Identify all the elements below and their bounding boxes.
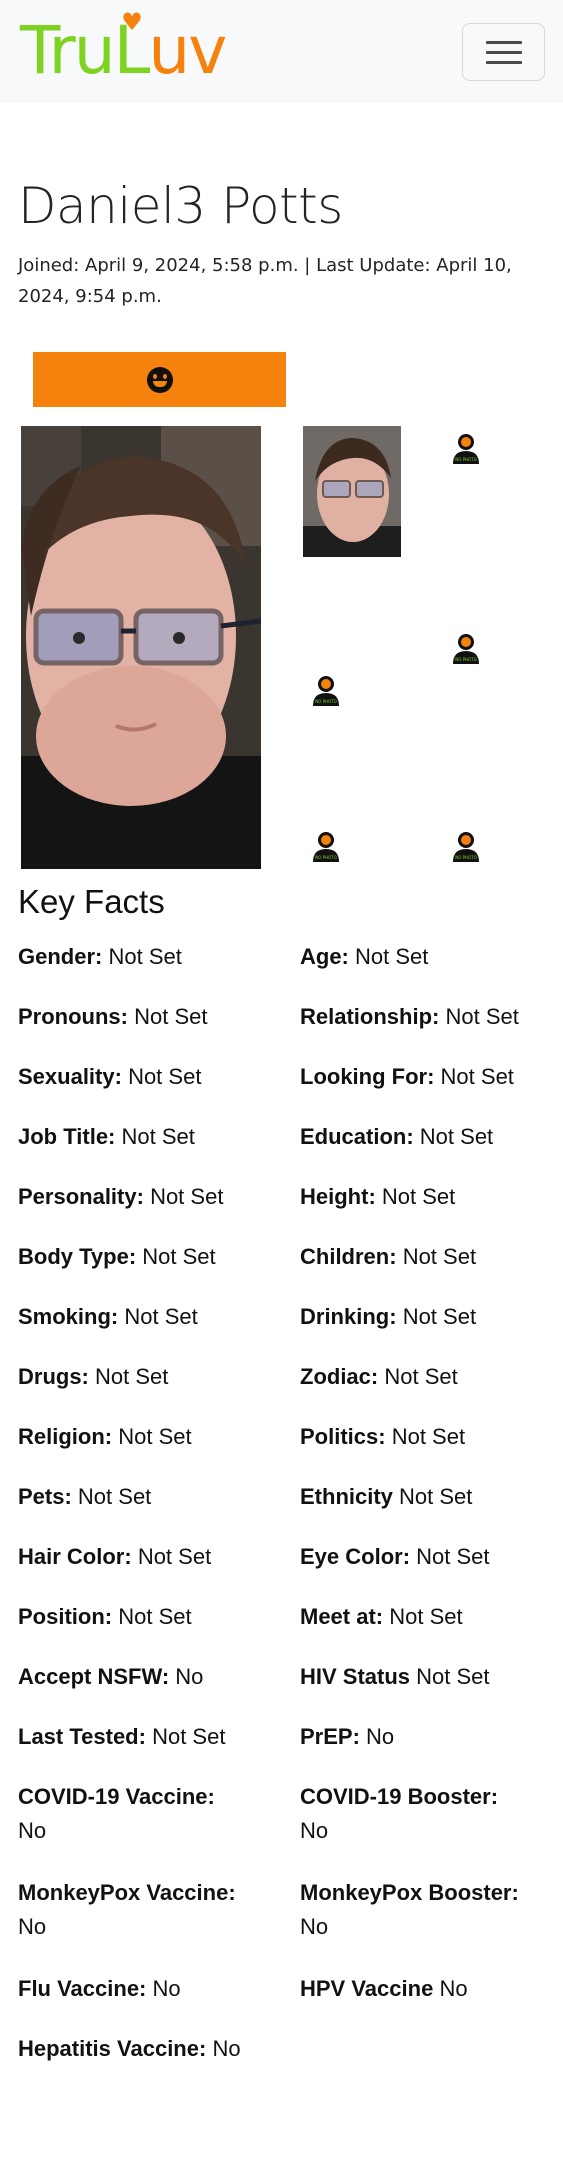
fact-smoking: Smoking: Not Set [18,1304,198,1329]
fact-hepatitis-vaccine: Hepatitis Vaccine: No [18,2036,241,2061]
fact-flu-vaccine: Flu Vaccine: No [18,1976,181,2001]
fact-personality: Personality: Not Set [18,1184,224,1209]
fact-religion: Religion: Not Set [18,1424,192,1449]
fact-ethnicity: Ethnicity Not Set [300,1484,473,1509]
no-photo-placeholder-icon[interactable]: NO PHOTO [451,432,481,464]
brand-text-part3: uv [148,12,227,89]
fact-job-title: Job Title: Not Set [18,1124,195,1149]
fact-accept-nsfw: Accept NSFW: No [18,1664,204,1689]
fact-monkeypox-booster: MonkeyPox Booster: No [300,1880,519,1939]
fact-eye-color: Eye Color: Not Set [300,1544,490,1569]
gallery-photo-image [303,426,401,557]
brand-text-part1: Tru [20,12,116,89]
no-photo-placeholder-icon[interactable]: NO PHOTO [311,674,341,706]
key-facts-heading: Key Facts [18,883,165,920]
navbar: Tru ♥ Luv [0,0,563,103]
fact-hiv-status: HIV Status Not Set [300,1664,490,1689]
fact-looking-for: Looking For: Not Set [300,1064,514,1089]
fact-monkeypox-vaccine: MonkeyPox Vaccine: No [18,1880,236,1939]
brand-logo[interactable]: Tru ♥ Luv [20,10,227,89]
profile-photo-image [21,426,261,869]
heart-icon: ♥ [121,8,142,36]
fact-pets: Pets: Not Set [18,1484,152,1509]
svg-text:NO PHOTO: NO PHOTO [455,457,477,462]
hamburger-icon [486,41,522,44]
fact-politics: Politics: Not Set [300,1424,466,1449]
fact-covid-vaccine: COVID-19 Vaccine: No [18,1784,215,1843]
joined-date-text: Joined: April 9, 2024, 5:58 p.m. | Last … [18,255,512,307]
gallery-photo-1[interactable] [303,426,401,557]
fact-sexuality: Sexuality: Not Set [18,1064,202,1089]
svg-text:NO PHOTO: NO PHOTO [315,699,337,704]
fact-hpv-vaccine: HPV Vaccine No [300,1976,468,2001]
fact-meet-at: Meet at: Not Set [300,1604,463,1629]
like-button[interactable] [33,352,286,407]
fact-education: Education: Not Set [300,1124,494,1149]
no-photo-placeholder-icon[interactable]: NO PHOTO [451,830,481,862]
fact-prep: PrEP: No [300,1724,395,1749]
fact-hair-color: Hair Color: Not Set [18,1544,212,1569]
fact-drinking: Drinking: Not Set [300,1304,477,1329]
profile-name: Daniel3 Potts [18,177,343,235]
fact-pronouns: Pronouns: Not Set [18,1004,208,1029]
fact-height: Height: Not Set [300,1184,456,1209]
no-photo-placeholder-icon[interactable]: NO PHOTO [311,830,341,862]
svg-text:NO PHOTO: NO PHOTO [455,855,477,860]
no-photo-placeholder-icon[interactable]: NO PHOTO [451,632,481,664]
fact-body-type: Body Type: Not Set [18,1244,216,1269]
fact-relationship: Relationship: Not Set [300,1004,519,1029]
fact-age: Age: Not Set [300,944,429,969]
fact-position: Position: Not Set [18,1604,192,1629]
main-profile-photo[interactable] [21,426,261,869]
fact-drugs: Drugs: Not Set [18,1364,169,1389]
smile-icon [146,366,173,393]
menu-toggle-button[interactable] [462,23,545,81]
fact-covid-booster: COVID-19 Booster: No [300,1784,499,1843]
svg-text:NO PHOTO: NO PHOTO [315,855,337,860]
fact-last-tested: Last Tested: Not Set [18,1724,226,1749]
fact-gender: Gender: Not Set [18,944,182,969]
fact-zodiac: Zodiac: Not Set [300,1364,458,1389]
fact-children: Children: Not Set [300,1244,477,1269]
svg-text:NO PHOTO: NO PHOTO [455,657,477,662]
